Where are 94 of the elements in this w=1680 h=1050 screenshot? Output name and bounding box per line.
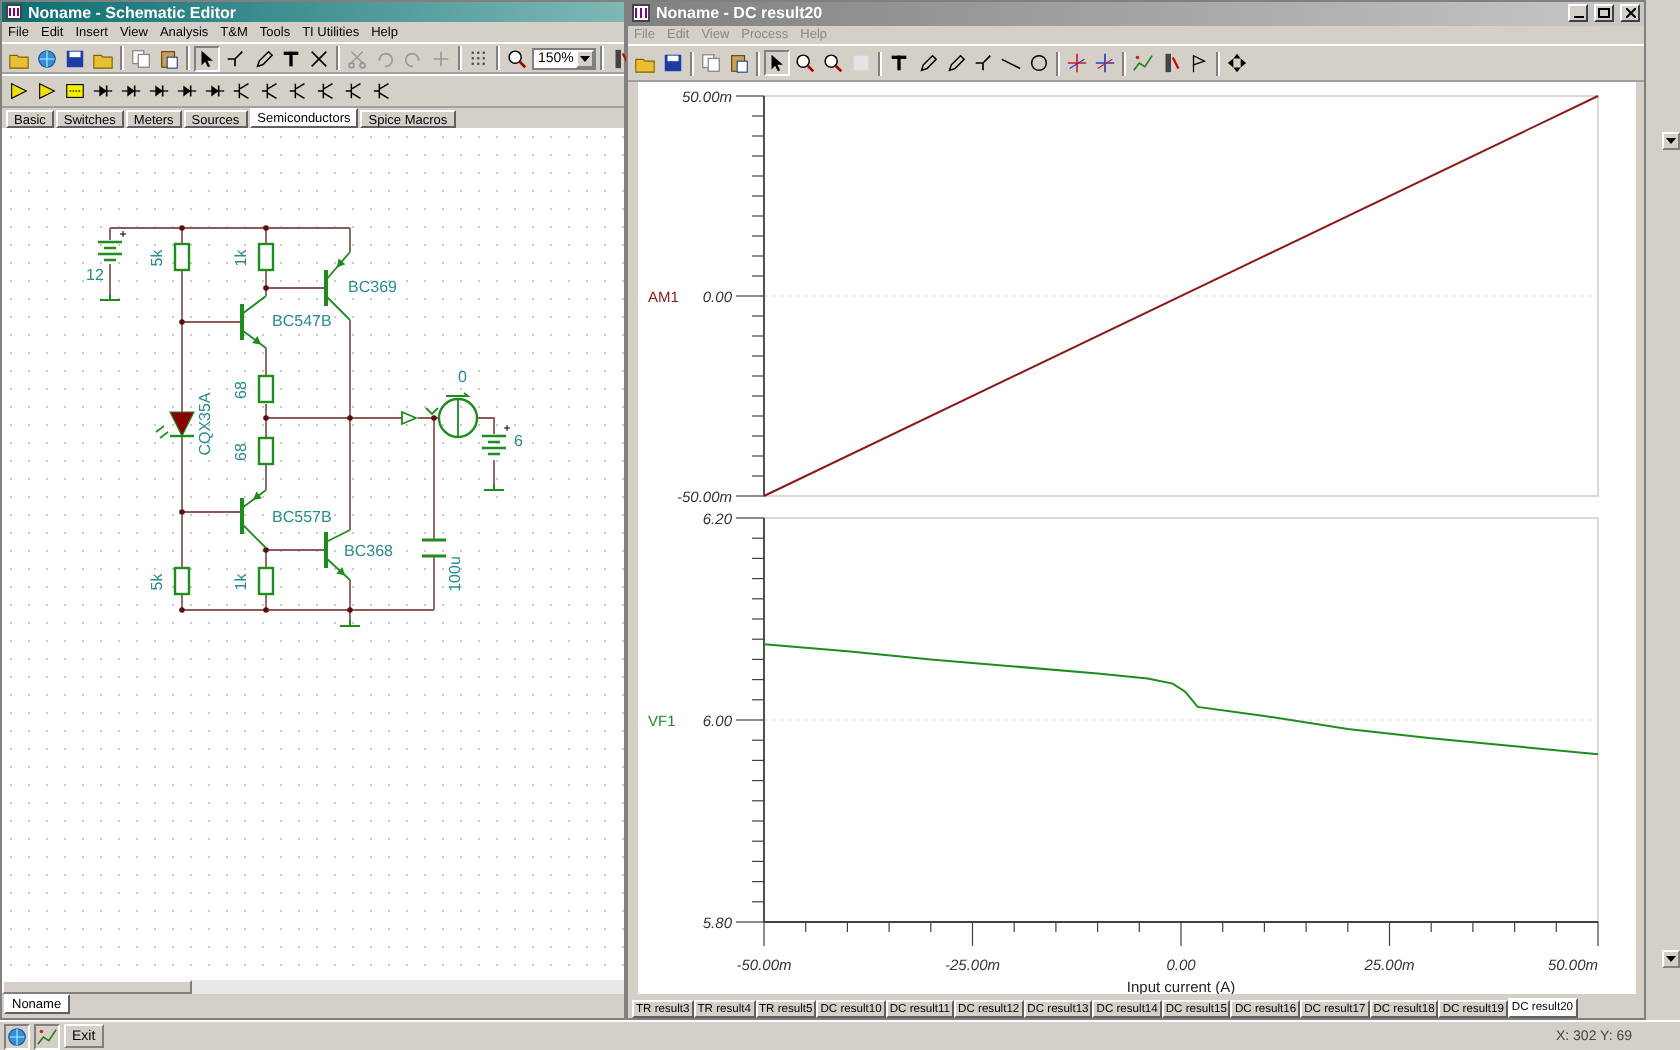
circle-icon <box>1028 52 1050 75</box>
component-label: 1k <box>232 573 250 591</box>
tool-button[interactable] <box>6 78 32 104</box>
transistor-icon <box>288 80 310 102</box>
component-label: BC547B <box>272 312 332 330</box>
text-tool-icon <box>280 47 302 69</box>
app-icon <box>6 4 22 20</box>
blank-tool-icon <box>850 52 872 75</box>
pencil-icon <box>252 47 274 69</box>
window-title: Noname - Schematic Editor <box>28 3 239 21</box>
transistor-icon <box>372 80 394 102</box>
maximize-icon <box>1598 8 1610 19</box>
component-label: 6 <box>514 432 523 450</box>
component-label: 100u <box>446 556 464 592</box>
cursor-icon <box>1066 52 1088 75</box>
component-label: BC557B <box>272 508 332 526</box>
tool-button[interactable] <box>504 45 530 71</box>
curve-icon <box>36 1025 58 1047</box>
plus-icon <box>430 47 452 69</box>
dropdown-arrow-icon <box>1666 138 1676 144</box>
component-label: 68 <box>232 381 250 399</box>
tool-button[interactable] <box>820 50 846 77</box>
magnifier-icon <box>506 47 528 69</box>
scroll-button[interactable] <box>1662 132 1680 150</box>
wire-icon <box>224 47 246 69</box>
redo-icon <box>402 47 424 69</box>
pointer-icon <box>766 52 788 75</box>
tool-button[interactable] <box>764 50 790 77</box>
tool-button[interactable] <box>306 45 332 71</box>
component-label: 1k <box>232 249 250 267</box>
close-icon <box>1625 8 1635 19</box>
clipboard-icon <box>728 52 750 75</box>
copy-icon <box>700 52 722 75</box>
pencil-icon <box>916 52 938 75</box>
cross-icon <box>308 47 330 69</box>
wire-icon <box>972 52 994 75</box>
tool-button[interactable] <box>4 1023 30 1049</box>
globe-icon <box>6 1025 28 1047</box>
diode-icon <box>120 80 142 102</box>
dropdown-arrow-icon <box>580 55 590 61</box>
minimize-button[interactable] <box>1568 4 1588 23</box>
dropdown-arrow-icon <box>1666 956 1676 962</box>
diode-icon <box>176 80 198 102</box>
arrow-keys-icon <box>1226 52 1248 75</box>
undo-icon <box>374 47 396 69</box>
component-label: BC369 <box>348 278 397 296</box>
component-label: 0 <box>458 368 467 386</box>
diode-icon <box>92 80 114 102</box>
component-label: CQX35A <box>196 392 214 456</box>
cursor-icon <box>1094 52 1116 75</box>
tool-button[interactable] <box>156 45 182 71</box>
chip-icon <box>64 80 86 102</box>
transistor-icon <box>316 80 338 102</box>
pencil-icon <box>944 52 966 75</box>
scissors-icon <box>346 47 368 69</box>
amplifier-icon <box>36 80 58 102</box>
tool-button[interactable] <box>222 45 248 71</box>
tool-button[interactable] <box>1026 50 1052 77</box>
tool-button[interactable] <box>62 78 88 104</box>
copy-icon <box>130 47 152 69</box>
maximize-button[interactable] <box>1594 4 1614 23</box>
text-tool-icon <box>888 52 910 75</box>
component-label: 12 <box>86 266 104 284</box>
close-button[interactable] <box>1620 4 1640 23</box>
horizontal-scrollbar[interactable] <box>2 980 624 994</box>
grid-icon <box>468 47 490 69</box>
component-label: 68 <box>232 443 250 461</box>
component-label: 5k <box>148 249 166 267</box>
tool-button[interactable] <box>194 45 220 71</box>
app-icon <box>632 4 650 23</box>
amplifier-icon <box>8 80 30 102</box>
probe-icon <box>1160 52 1182 75</box>
component-label: 5k <box>148 573 166 591</box>
tool-button[interactable] <box>34 78 60 104</box>
transistor-icon <box>260 80 282 102</box>
window-title: Noname - DC result20 <box>656 4 825 23</box>
flag-icon <box>1188 52 1210 75</box>
tool-button[interactable] <box>62 45 88 71</box>
diode-icon <box>148 80 170 102</box>
tool-button[interactable] <box>726 50 752 77</box>
component-label: BC368 <box>344 542 393 560</box>
clipboard-icon <box>158 47 180 69</box>
globe-icon <box>36 47 58 69</box>
magnifier-icon <box>822 52 844 75</box>
scroll-button[interactable] <box>1662 950 1680 968</box>
magnifier-icon <box>794 52 816 75</box>
diode-icon <box>204 80 226 102</box>
tool-button[interactable] <box>1224 50 1250 77</box>
transistor-icon <box>232 80 254 102</box>
pointer-icon <box>196 47 218 69</box>
curve-icon <box>1132 52 1154 75</box>
transistor-icon <box>344 80 366 102</box>
tool-button[interactable] <box>792 50 818 77</box>
tool-button[interactable] <box>660 50 686 77</box>
